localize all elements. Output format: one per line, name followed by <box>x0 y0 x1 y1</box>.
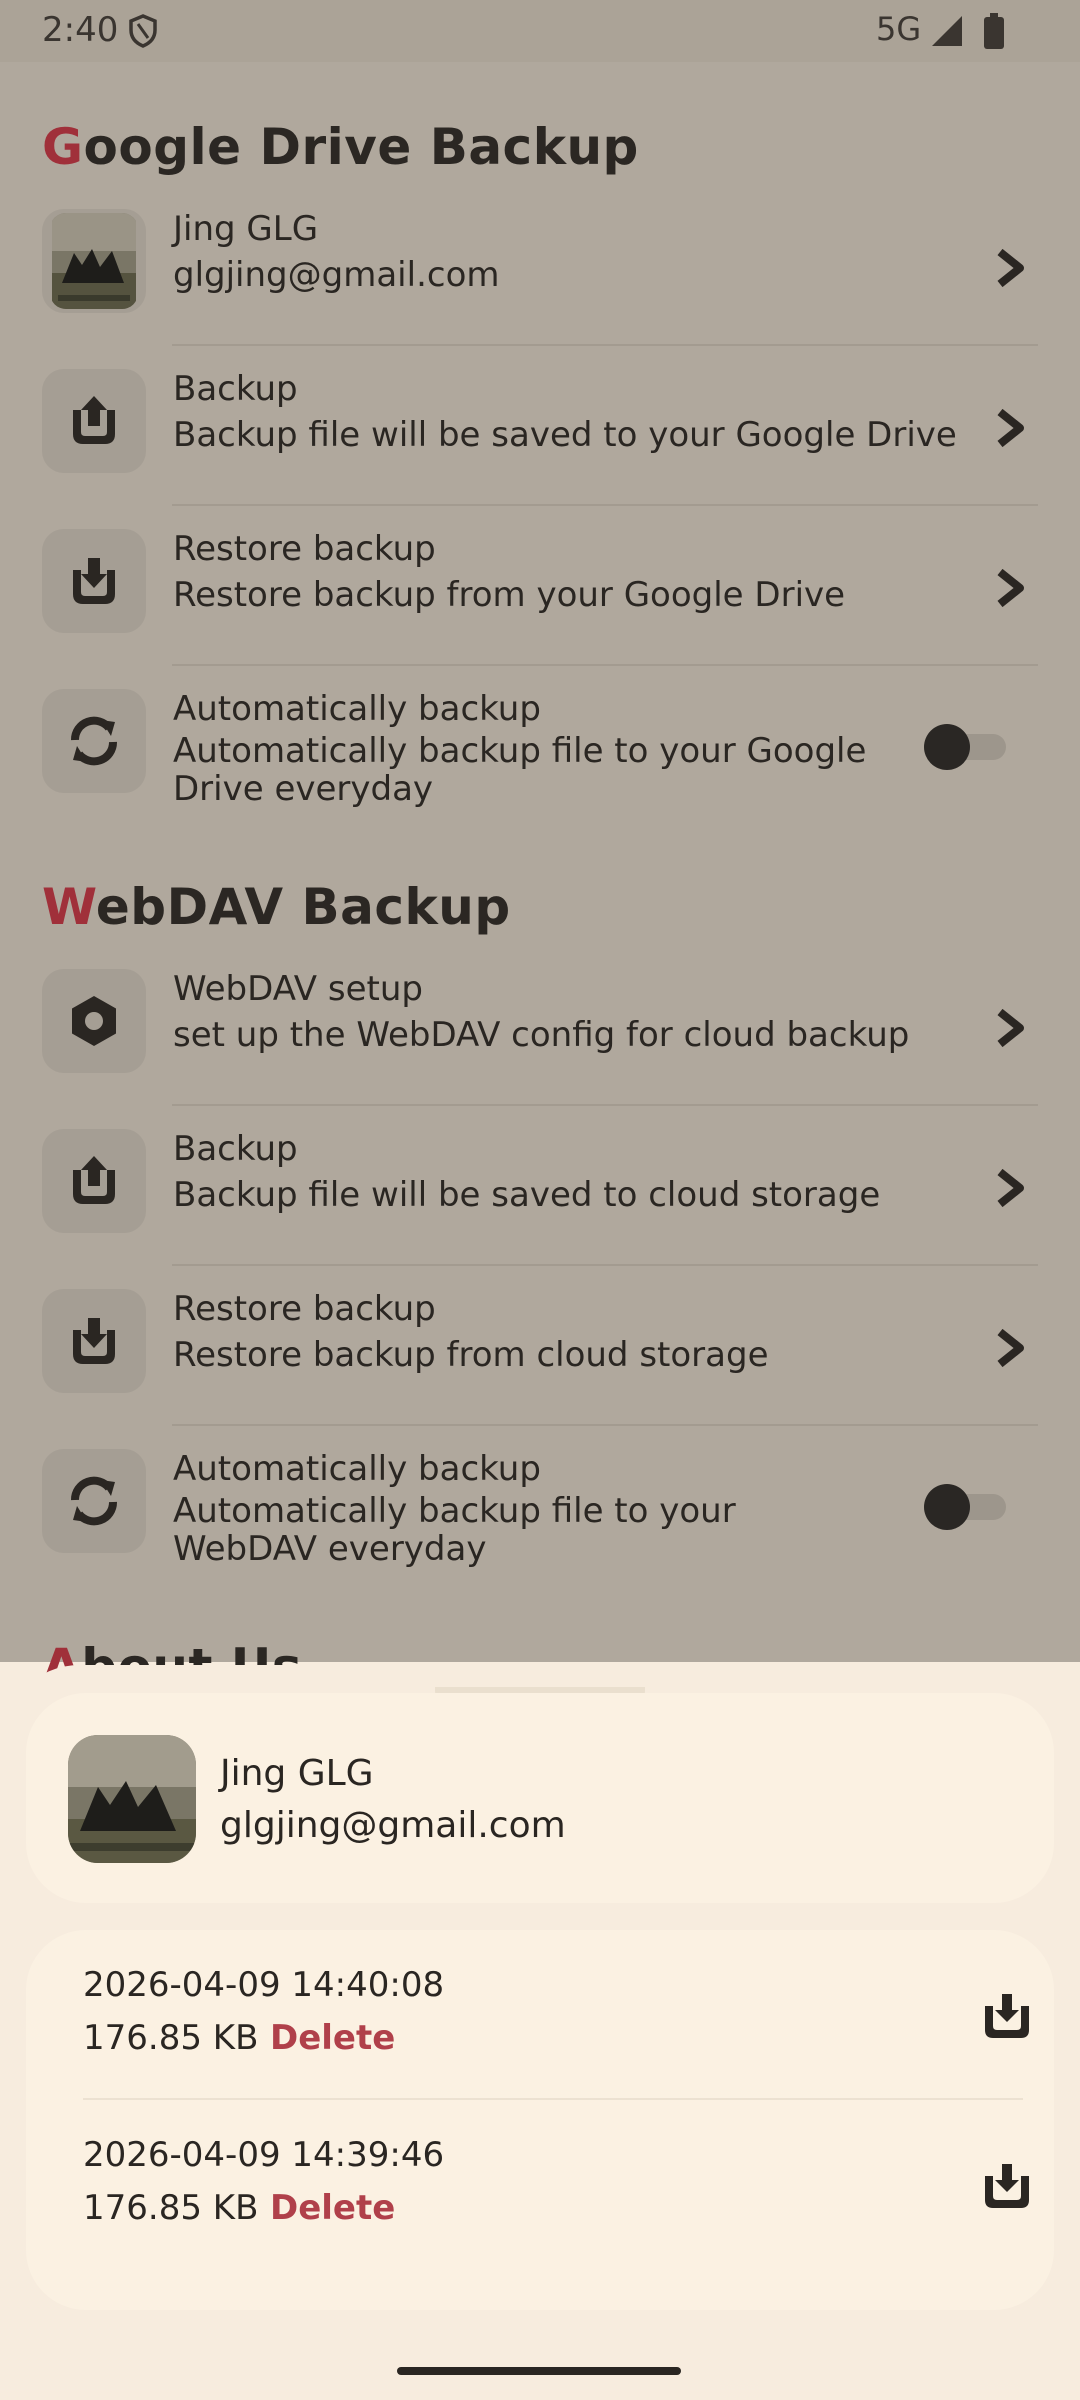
webdav-setup-row[interactable]: WebDAV setup set up the WebDAV config fo… <box>42 946 1038 1106</box>
download-icon-box <box>42 1289 146 1393</box>
webdav-restore-row[interactable]: Restore backup Restore backup from cloud… <box>42 1266 1038 1426</box>
status-time: 2:40 <box>42 10 119 50</box>
sheet-account-email: glgjing@gmail.com <box>220 1805 566 1846</box>
signal-icon <box>932 16 962 46</box>
chevron-right-icon <box>997 1008 1024 1048</box>
chevron-right-icon <box>997 1168 1024 1208</box>
shield-icon <box>129 14 157 48</box>
network-type: 5G <box>876 10 922 48</box>
backup-subtitle: Backup file will be saved to your Google… <box>173 415 957 455</box>
avatar <box>68 1735 196 1863</box>
download-icon <box>73 558 115 604</box>
download-icon-box <box>42 529 146 633</box>
delete-button[interactable]: Delete <box>270 2018 395 2058</box>
sheet-account-name: Jing GLG <box>220 1753 374 1794</box>
file-size: 176.85 KB <box>83 2018 259 2058</box>
upload-icon <box>73 396 115 444</box>
settings-icon <box>72 996 116 1046</box>
download-icon[interactable] <box>981 1990 1033 2042</box>
webdav-restore-subtitle: Restore backup from cloud storage <box>173 1335 769 1375</box>
home-indicator[interactable] <box>397 2367 681 2375</box>
file-date: 2026-04-09 14:39:46 <box>83 2135 445 2175</box>
account-name: Jing GLG <box>173 209 319 249</box>
sync-icon-box <box>42 1449 146 1553</box>
sync-icon-box <box>42 689 146 793</box>
delete-button[interactable]: Delete <box>270 2188 395 2228</box>
google-account-row[interactable]: Jing GLG glgjing@gmail.com <box>42 186 1038 346</box>
upload-icon-box <box>42 369 146 473</box>
chevron-right-icon <box>997 408 1024 448</box>
auto-backup-subtitle: Automatically backup file to your Google… <box>173 731 867 809</box>
restore-title: Restore backup <box>173 529 436 569</box>
webdav-setup-subtitle: set up the WebDAV config for cloud backu… <box>173 1015 910 1055</box>
file-date: 2026-04-09 14:40:08 <box>83 1965 445 2005</box>
webdav-backup-row[interactable]: Backup Backup file will be saved to clou… <box>42 1106 1038 1266</box>
google-auto-backup-row[interactable]: Automatically backup Automatically backu… <box>42 666 1038 836</box>
account-email: glgjing@gmail.com <box>173 255 500 295</box>
list-item[interactable]: 2026-04-09 14:39:46 176.85 KB Delete <box>83 2100 1029 2270</box>
status-bar: 2:40 5G <box>0 0 1080 62</box>
settings-icon-box <box>42 969 146 1073</box>
avatar-image <box>52 213 136 309</box>
section-title-webdav: WebDAV Backup <box>42 878 511 936</box>
webdav-auto-backup-title: Automatically backup <box>173 1449 541 1489</box>
backup-file-list: 2026-04-09 14:40:08 176.85 KB Delete 202… <box>26 1930 1054 2310</box>
backup-title: Backup <box>173 369 298 409</box>
section-title-google-drive: Google Drive Backup <box>42 118 639 176</box>
chevron-right-icon <box>997 568 1024 608</box>
google-backup-row[interactable]: Backup Backup file will be saved to your… <box>42 346 1038 506</box>
chevron-right-icon <box>997 1328 1024 1368</box>
download-icon <box>73 1318 115 1364</box>
sync-icon <box>70 716 118 766</box>
auto-backup-toggle[interactable] <box>924 724 1008 770</box>
google-restore-row[interactable]: Restore backup Restore backup from your … <box>42 506 1038 666</box>
chevron-right-icon <box>997 248 1024 288</box>
download-icon[interactable] <box>981 2160 1033 2212</box>
webdav-restore-title: Restore backup <box>173 1289 436 1329</box>
file-size: 176.85 KB <box>83 2188 259 2228</box>
restore-subtitle: Restore backup from your Google Drive <box>173 575 846 615</box>
webdav-backup-subtitle: Backup file will be saved to cloud stora… <box>173 1175 881 1215</box>
account-card: Jing GLG glgjing@gmail.com <box>26 1693 1054 1903</box>
avatar-frame <box>42 209 146 313</box>
auto-backup-title: Automatically backup <box>173 689 541 729</box>
dimmed-settings-background: Google Drive Backup Jing GLG glgjing@gma… <box>0 62 1080 1696</box>
list-item[interactable]: 2026-04-09 14:40:08 176.85 KB Delete <box>83 1930 1029 2100</box>
webdav-setup-title: WebDAV setup <box>173 969 423 1009</box>
webdav-auto-backup-subtitle: Automatically backup file to your WebDAV… <box>173 1491 736 1569</box>
sync-icon <box>70 1476 118 1526</box>
webdav-backup-title: Backup <box>173 1129 298 1169</box>
upload-icon <box>73 1156 115 1204</box>
webdav-auto-backup-toggle[interactable] <box>924 1484 1008 1530</box>
upload-icon-box <box>42 1129 146 1233</box>
battery-icon <box>984 13 1004 49</box>
webdav-auto-backup-row[interactable]: Automatically backup Automatically backu… <box>42 1426 1038 1596</box>
backup-files-sheet: Jing GLG glgjing@gmail.com 2026-04-09 14… <box>0 1665 1080 2400</box>
